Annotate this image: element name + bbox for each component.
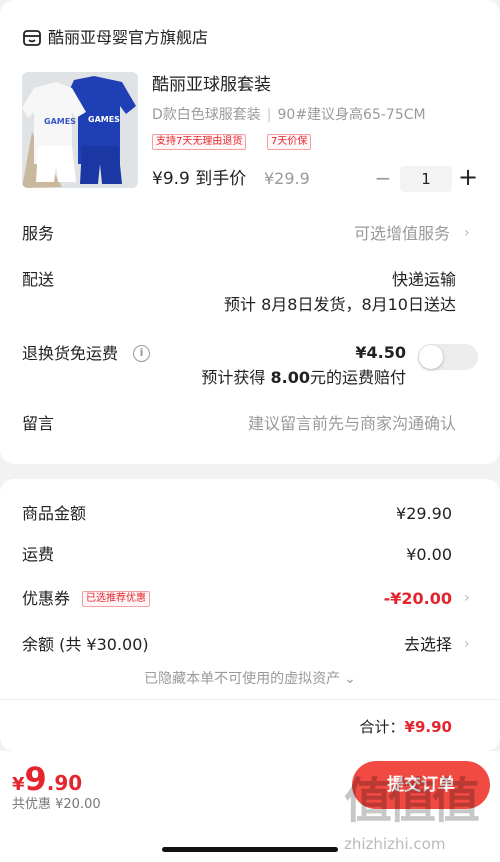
currency-symbol: ¥ bbox=[12, 774, 25, 795]
hidden-assets-toggle[interactable]: 已隐藏本单不可使用的虚拟资产 ⌄ bbox=[0, 670, 500, 688]
return-shipping-note: 预计获得 8.00元的运费赔付 bbox=[201, 368, 406, 388]
shipping-value: ¥0.00 bbox=[406, 545, 452, 564]
product-size: 90#建议身高65-75CM bbox=[277, 107, 426, 123]
note-prefix: 预计获得 bbox=[201, 368, 271, 387]
price-decimal: .90 bbox=[46, 771, 83, 795]
balance-select[interactable]: 去选择 bbox=[404, 635, 452, 655]
remark-label: 留言 bbox=[22, 414, 55, 433]
return-shipping-toggle[interactable] bbox=[418, 344, 478, 370]
quantity-plus-button[interactable]: + bbox=[457, 164, 479, 190]
note-amount: 8.00 bbox=[270, 368, 310, 387]
watermark-url: zhizhizhi.com bbox=[344, 835, 446, 853]
coupon-label: 优惠券 bbox=[22, 589, 71, 608]
product-image[interactable]: GAMES GAMES bbox=[22, 72, 138, 188]
balance-label: 余额 (共 ¥30.00) bbox=[22, 635, 149, 654]
service-value[interactable]: 可选增值服务 bbox=[354, 224, 450, 244]
order-details-card: 酷丽亚母婴官方旗舰店 GAMES GAMES 酷丽亚球服套装 D款白色球服套装 |… bbox=[0, 0, 500, 464]
return-policy-tag: 支持7天无理由退货 bbox=[152, 134, 247, 150]
total-label: 合计： bbox=[359, 718, 405, 736]
coupon-tag: 已选推荐优惠 bbox=[82, 591, 150, 607]
delivery-method[interactable]: 快递运输 bbox=[392, 270, 456, 290]
checkout-bar: ¥9.90 共优惠 ¥20.00 提交订单 值值值 zhizhizhi.com bbox=[0, 751, 500, 862]
product-price: ¥9.9 到手价 bbox=[152, 169, 247, 189]
return-shipping-label: 退换货免运费 bbox=[22, 344, 119, 363]
order-summary-card: 商品金额 ¥29.90 运费 ¥0.00 优惠券 已选推荐优惠 -¥20.00 … bbox=[0, 479, 500, 751]
chevron-right-icon[interactable]: › bbox=[464, 636, 470, 652]
total-row: 合计：¥9.90 bbox=[360, 717, 452, 737]
shipping-label: 运费 bbox=[22, 545, 55, 564]
chevron-right-icon[interactable]: › bbox=[464, 590, 470, 606]
price-integer: 9 bbox=[24, 760, 47, 798]
hidden-assets-note: 已隐藏本单不可使用的虚拟资产 bbox=[144, 671, 341, 687]
chevron-right-icon[interactable]: › bbox=[464, 225, 470, 241]
goods-amount-label: 商品金额 bbox=[22, 504, 87, 523]
original-price: ¥29.9 bbox=[264, 169, 310, 188]
watermark: 值值值 zhizhizhi.com bbox=[344, 769, 500, 855]
spec-divider: | bbox=[266, 107, 272, 123]
note-suffix: 元的运费赔付 bbox=[309, 368, 406, 387]
store-icon bbox=[22, 28, 42, 48]
store-name[interactable]: 酷丽亚母婴官方旗舰店 bbox=[48, 28, 208, 48]
delivery-estimate: 预计 8月8日发货，8月10日送达 bbox=[224, 295, 456, 314]
product-spec-name: D款白色球服套装 bbox=[152, 107, 261, 123]
svg-text:GAMES: GAMES bbox=[44, 117, 76, 126]
quantity-input[interactable]: 1 bbox=[400, 166, 452, 192]
svg-text:GAMES: GAMES bbox=[88, 115, 120, 124]
info-icon[interactable]: i bbox=[133, 345, 150, 362]
coupon-value[interactable]: -¥20.00 bbox=[384, 589, 452, 609]
service-label: 服务 bbox=[22, 224, 55, 243]
goods-amount-value: ¥29.90 bbox=[396, 504, 452, 523]
delivery-label: 配送 bbox=[22, 270, 55, 289]
price-protection-tag: 7天价保 bbox=[267, 134, 312, 150]
product-title[interactable]: 酷丽亚球服套装 bbox=[152, 74, 271, 96]
divider bbox=[0, 699, 500, 700]
watermark-glyphs: 值值值 bbox=[344, 773, 480, 829]
toggle-knob bbox=[419, 345, 443, 369]
total-discount: 共优惠 ¥20.00 bbox=[12, 797, 101, 812]
chevron-down-icon: ⌄ bbox=[344, 671, 356, 687]
total-value: ¥9.90 bbox=[404, 718, 452, 736]
remark-input[interactable]: 建议留言前先与商家沟通确认 bbox=[248, 414, 456, 434]
home-indicator bbox=[162, 847, 338, 852]
product-spec[interactable]: D款白色球服套装 | 90#建议身高65-75CM bbox=[152, 106, 426, 124]
quantity-minus-button[interactable]: − bbox=[373, 166, 393, 190]
return-shipping-price: ¥4.50 bbox=[355, 343, 406, 362]
